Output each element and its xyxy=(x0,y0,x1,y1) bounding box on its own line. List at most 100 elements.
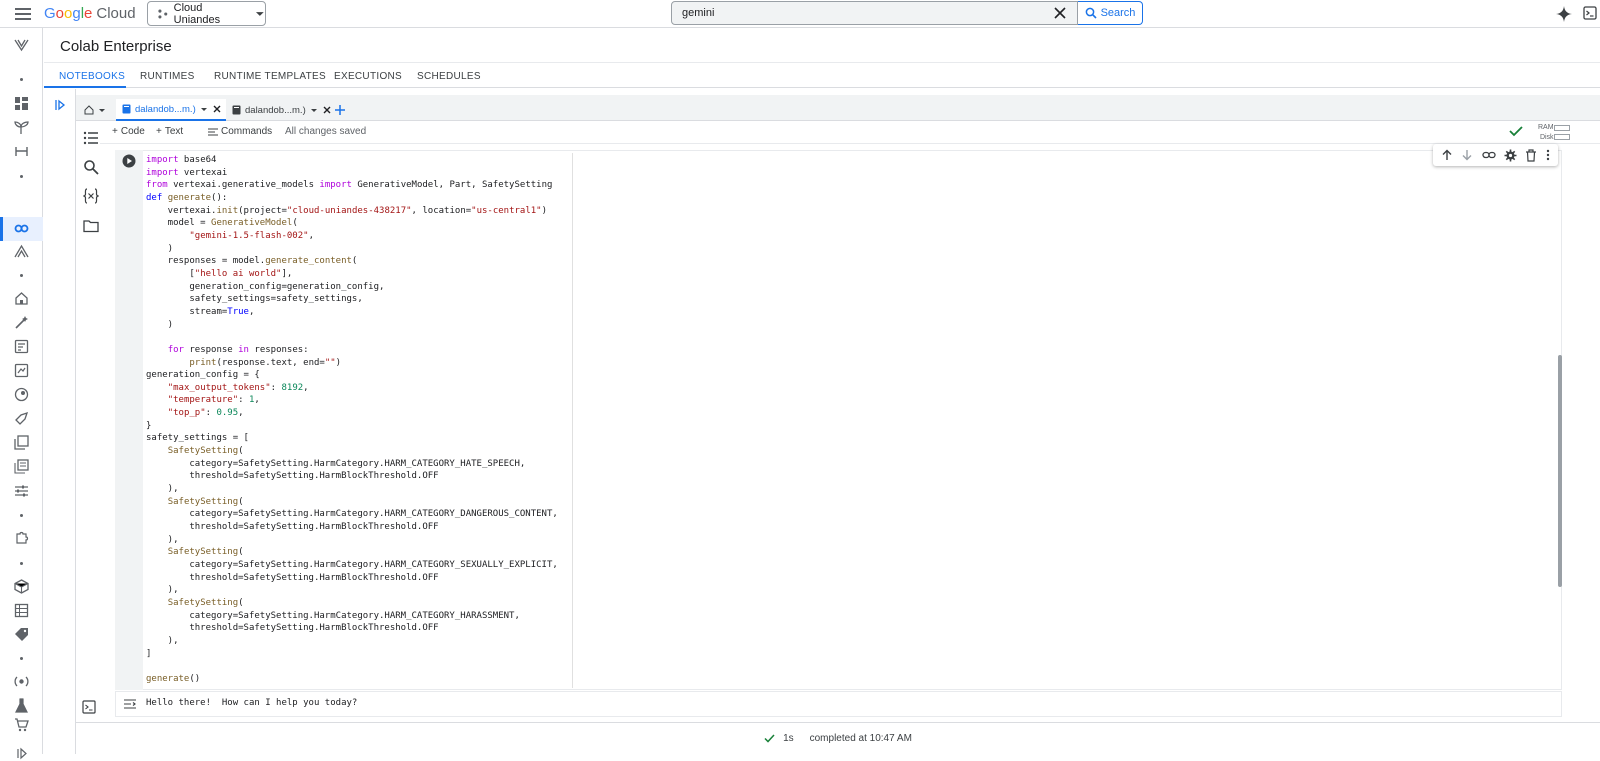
search-button-label: Search xyxy=(1100,7,1136,19)
output-text: Hello there! How can I help you today? xyxy=(146,698,358,708)
arrow-up-icon[interactable] xyxy=(1441,149,1453,161)
commands-icon xyxy=(208,127,218,136)
code-editor[interactable]: import base64 import vertexai from verte… xyxy=(146,154,558,686)
add-code-button[interactable]: + Code xyxy=(112,126,145,137)
logo-letter: o xyxy=(55,5,65,22)
colab-icon[interactable] xyxy=(14,221,29,236)
commands-label: Commands xyxy=(221,126,273,137)
logo-letter: G xyxy=(44,5,56,22)
variables-icon[interactable] xyxy=(83,188,99,204)
search-button[interactable]: Search xyxy=(1078,1,1143,25)
freeform-icon[interactable] xyxy=(14,363,29,378)
notebook-icon xyxy=(232,105,241,115)
search-input[interactable]: gemini xyxy=(671,1,1078,25)
rail-divider xyxy=(20,514,23,517)
output-menu-icon[interactable] xyxy=(123,697,137,711)
notebook-tabs: dalandob...m.) dalandob...m.) xyxy=(76,95,1600,121)
tab-schedules[interactable]: SCHEDULES xyxy=(417,71,481,82)
deploy-icon[interactable] xyxy=(14,674,29,689)
editor-ruler xyxy=(572,153,573,688)
status-bar: 1s completed at 10:47 AM xyxy=(76,722,1600,754)
close-icon[interactable] xyxy=(322,105,332,115)
run-cell-button[interactable] xyxy=(122,154,136,168)
experiments-icon[interactable] xyxy=(14,698,29,713)
library-icon[interactable] xyxy=(14,459,29,474)
project-name: Cloud Uniandes xyxy=(173,1,221,26)
folder-icon[interactable] xyxy=(83,218,99,234)
commands-button[interactable]: Commands xyxy=(208,126,272,137)
link-icon[interactable] xyxy=(1482,149,1496,161)
project-icon xyxy=(158,9,168,18)
settings-sliders-icon[interactable] xyxy=(14,483,29,498)
gear-icon[interactable] xyxy=(1504,149,1517,162)
plus-icon: + xyxy=(112,126,118,137)
close-icon[interactable] xyxy=(1053,6,1067,20)
tuning-icon[interactable] xyxy=(14,387,29,402)
more-vert-icon[interactable] xyxy=(1546,149,1550,161)
resource-labels[interactable]: RAM Disk xyxy=(1538,123,1554,143)
scrollbar[interactable] xyxy=(1558,355,1562,587)
ram-usage-bar xyxy=(1554,125,1570,131)
add-text-button[interactable]: + Text xyxy=(156,126,183,137)
home-icon[interactable] xyxy=(14,291,29,306)
trash-icon[interactable] xyxy=(1525,148,1537,162)
project-selector[interactable]: Cloud Uniandes xyxy=(147,1,266,26)
search-icon xyxy=(1085,7,1097,19)
check-icon xyxy=(764,734,775,743)
home-tab[interactable] xyxy=(84,99,106,121)
chevron-down-icon xyxy=(99,109,105,112)
notebook-tab-label: dalandob...m.) xyxy=(245,104,306,116)
logo-letter: g xyxy=(72,5,81,22)
connected-check-icon[interactable] xyxy=(1509,125,1523,137)
rail-divider xyxy=(20,78,23,81)
tab-runtimes[interactable]: RUNTIMES xyxy=(140,71,195,82)
model-garden-icon[interactable] xyxy=(14,120,29,135)
new-tab-button[interactable] xyxy=(334,99,346,121)
cloud-shell-icon[interactable] xyxy=(1583,6,1597,20)
menu-icon[interactable] xyxy=(13,5,33,23)
workbench-icon[interactable] xyxy=(14,244,29,259)
notebook-tab-label: dalandob...m.) xyxy=(135,103,196,115)
disk-label: Disk xyxy=(1539,134,1554,141)
cell-toolbar xyxy=(1433,144,1558,166)
panel-divider xyxy=(75,89,76,754)
marketplace-icon[interactable] xyxy=(14,717,29,732)
expand-panel-icon[interactable] xyxy=(53,98,67,112)
tab-runtime-templates[interactable]: RUNTIME TEMPLATES xyxy=(214,71,326,82)
code-label: Code xyxy=(120,126,145,137)
wand-icon[interactable] xyxy=(14,315,29,330)
labeling-icon[interactable] xyxy=(14,627,29,642)
chevron-down-icon[interactable] xyxy=(310,106,318,114)
top-bar: Google Cloud Cloud Uniandes gemini Search xyxy=(0,0,1600,28)
table-of-contents-icon[interactable] xyxy=(83,130,99,146)
notebook-tab-active[interactable]: dalandob...m.) xyxy=(116,99,226,121)
chevron-down-icon[interactable] xyxy=(200,105,208,113)
chevron-down-icon xyxy=(256,11,265,16)
pipelines-icon[interactable] xyxy=(14,144,29,159)
datasets-icon[interactable] xyxy=(14,603,29,618)
terminal-icon[interactable] xyxy=(82,700,96,714)
search-icon[interactable] xyxy=(83,159,99,175)
logo-google: Google xyxy=(44,5,92,22)
gemini-sparkle-icon[interactable] xyxy=(1556,6,1572,22)
notebook-tab[interactable]: dalandob...m.) xyxy=(226,99,336,121)
model-registry-icon[interactable] xyxy=(14,579,29,594)
extensions-icon[interactable] xyxy=(14,530,29,545)
arrow-down-icon[interactable] xyxy=(1461,149,1473,161)
vertex-ai-icon[interactable] xyxy=(14,37,29,52)
agent-icon[interactable] xyxy=(14,411,29,426)
product-nav-rail xyxy=(0,28,43,760)
tab-executions[interactable]: EXECUTIONS xyxy=(334,71,402,82)
active-tab-indicator xyxy=(44,86,126,88)
tab-notebooks[interactable]: NOTEBOOKS xyxy=(59,71,125,82)
logo-letter: e xyxy=(84,5,93,22)
dashboard-icon[interactable] xyxy=(14,96,29,111)
close-icon[interactable] xyxy=(212,104,222,114)
prompt-icon[interactable] xyxy=(14,339,29,354)
rail-divider xyxy=(20,657,23,660)
save-status: All changes saved xyxy=(285,126,367,137)
logo-cloud: Cloud xyxy=(96,5,136,22)
notebook-icon xyxy=(122,104,131,114)
google-cloud-logo[interactable]: Google Cloud xyxy=(44,5,136,22)
gallery-icon[interactable] xyxy=(14,435,29,450)
